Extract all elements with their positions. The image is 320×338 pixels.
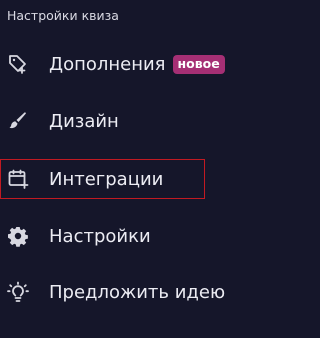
lightbulb-icon bbox=[7, 281, 29, 303]
brush-icon bbox=[7, 110, 29, 132]
menu-item-integrations[interactable]: Интеграции bbox=[0, 159, 293, 199]
menu-item-label: Дизайн bbox=[49, 110, 119, 132]
menu-item-addons[interactable]: Дополнения новое bbox=[0, 45, 293, 83]
calendar-plus-icon bbox=[7, 168, 29, 190]
menu-item-design[interactable]: Дизайн bbox=[0, 102, 293, 140]
menu-item-suggest-idea[interactable]: Предложить идею bbox=[0, 273, 293, 311]
menu-item-label: Дополнения bbox=[49, 53, 166, 75]
new-badge: новое bbox=[172, 54, 225, 74]
gear-icon bbox=[7, 225, 29, 247]
menu-item-settings[interactable]: Настройки bbox=[0, 217, 293, 255]
quiz-settings-panel: Настройки квиза Дополнения новое Дизайн bbox=[0, 0, 293, 338]
section-title: Настройки квиза bbox=[7, 8, 119, 23]
tag-plus-icon bbox=[7, 53, 29, 75]
menu-item-label: Интеграции bbox=[49, 168, 164, 190]
menu-item-label: Настройки bbox=[49, 225, 151, 247]
menu-item-label: Предложить идею bbox=[49, 281, 226, 303]
